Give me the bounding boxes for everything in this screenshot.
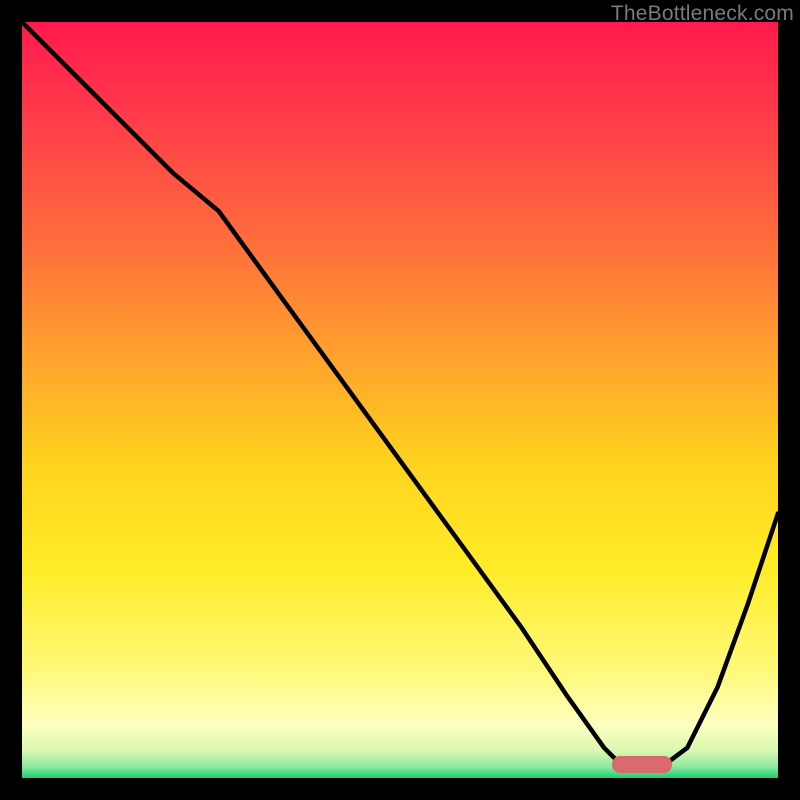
chart-frame [22,22,778,778]
watermark-text: TheBottleneck.com [611,2,794,26]
bottleneck-chart [22,22,778,778]
optimal-range-marker [612,756,672,773]
